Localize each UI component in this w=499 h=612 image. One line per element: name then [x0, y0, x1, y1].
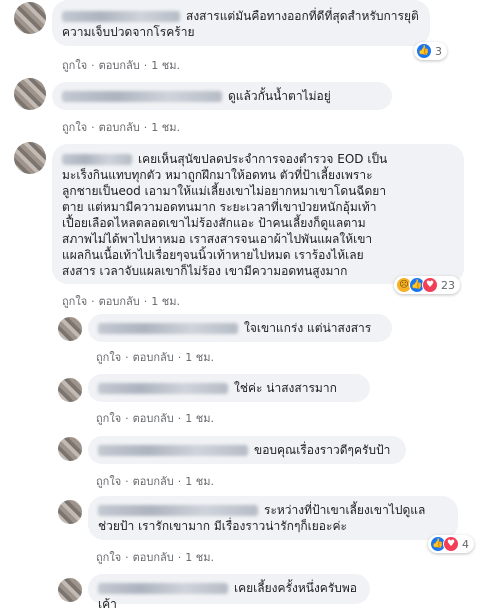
reply-bubble: ขอบคุณเรื่องราวดีๆครับป้า — [88, 436, 406, 464]
comment-bubble: ดูแล้วกั้นน้ำตาไม่อยู่ — [52, 82, 392, 110]
comment-text-line: ความเจ็บปวดจากโรคร้าย — [62, 25, 195, 39]
commenter-name[interactable] — [98, 445, 248, 456]
comment-text-line: ลูกชายเป็นeod เอามาให้แม่เลี้ยงเขาไม่อยา… — [62, 184, 387, 198]
comment-text-line: มะเร็งกินแทบทุกตัว หมาถูกฝึกมาให้อดทน ตั… — [62, 168, 373, 182]
timestamp[interactable]: 1 ชม. — [185, 475, 214, 488]
reply-bubble: เคยเลี้ยงครั้งหนึ่งครับพอเค้า — [88, 574, 370, 611]
reply-button[interactable]: ตอบกลับ — [133, 412, 174, 425]
comment-text-line: เคยเห็นสุนัขปลดประจำการจองตำรวจ EOD เป็น — [138, 152, 388, 166]
comment-text-line: ระหว่างที่ป้าเขาเลี้ยงเขาไปดูแล — [264, 503, 426, 517]
comment-actions: ถูกใจ · ตอบกลับ · 1 ชม. — [62, 121, 180, 134]
like-button[interactable]: ถูกใจ — [62, 121, 87, 134]
commenter-name[interactable] — [98, 383, 228, 394]
comment-text-line: ช่วยป้า เรารักเขามาก มีเรื่องราวน่ารักๆก… — [98, 519, 347, 533]
timestamp[interactable]: 1 ชม. — [185, 551, 214, 564]
reaction-count: 4 — [462, 537, 469, 551]
comment-actions: ถูกใจ · ตอบกลับ · 1 ชม. — [96, 475, 214, 488]
like-button[interactable]: ถูกใจ — [96, 551, 121, 564]
comment-text-line: สงสาร เวลาจับแผลเขาก็ไม่ร้อง เขามีความอด… — [62, 264, 348, 278]
commenter-name[interactable] — [62, 11, 180, 22]
like-button[interactable]: ถูกใจ — [96, 351, 121, 364]
timestamp[interactable]: 1 ชม. — [185, 351, 214, 364]
like-button[interactable]: ถูกใจ — [62, 295, 87, 308]
reply-button[interactable]: ตอบกลับ — [99, 295, 140, 308]
timestamp[interactable]: 1 ชม. — [151, 295, 180, 308]
comment-text-line: เปื้อยเลือดไหลตลอดเขาไม่ร้องสักแอะ ป้าคน… — [62, 216, 366, 230]
like-button[interactable]: ถูกใจ — [96, 475, 121, 488]
reply-bubble: ใจเขาแกร่ง แต่น่าสงสาร — [88, 314, 392, 342]
timestamp[interactable]: 1 ชม. — [151, 121, 180, 134]
reply-bubble: ระหว่างที่ป้าเขาเลี้ยงเขาไปดูแล ช่วยป้า … — [88, 496, 458, 540]
comment-bubble: เคยเห็นสุนัขปลดประจำการจองตำรวจ EOD เป็น… — [52, 144, 464, 284]
reply-button[interactable]: ตอบกลับ — [133, 551, 174, 564]
avatar[interactable] — [58, 437, 82, 461]
comment-actions: ถูกใจ · ตอบกลับ · 1 ชม. — [96, 351, 214, 364]
comment-text-line: ดูแล้วกั้นน้ำตาไม่อยู่ — [228, 89, 331, 103]
like-button[interactable]: ถูกใจ — [96, 412, 121, 425]
love-icon: ♥ — [443, 536, 459, 552]
reply-button[interactable]: ตอบกลับ — [133, 351, 174, 364]
comment-actions: ถูกใจ · ตอบกลับ · 1 ชม. — [62, 59, 180, 72]
comment-bubble: สงสารแต่มันคือทางออกที่ดีที่สุดสำหรับการ… — [52, 0, 430, 46]
comment-actions: ถูกใจ · ตอบกลับ · 1 ชม. — [96, 551, 214, 564]
comment-actions: ถูกใจ · ตอบกลับ · 1 ชม. — [96, 412, 214, 425]
avatar[interactable] — [58, 500, 82, 524]
commenter-name[interactable] — [98, 505, 258, 516]
reaction-summary[interactable]: 👍 3 — [414, 42, 447, 60]
comment-text-line: ขอบคุณเรื่องราวดีๆครับป้า — [254, 443, 391, 457]
reply-button[interactable]: ตอบกลับ — [133, 475, 174, 488]
reply-bubble: ใช่ค่ะ น่าสงสารมาก — [88, 374, 370, 402]
avatar[interactable] — [58, 578, 82, 602]
commenter-name[interactable] — [62, 91, 222, 102]
timestamp[interactable]: 1 ชม. — [185, 412, 214, 425]
avatar[interactable] — [14, 2, 46, 34]
avatar[interactable] — [58, 378, 82, 402]
commenter-name[interactable] — [98, 323, 238, 334]
comment-text-line: สงสารแต่มันคือทางออกที่ดีที่สุดสำหรับการ… — [186, 9, 419, 23]
avatar[interactable] — [58, 317, 82, 341]
comment-text-line: สภาพไม่ได้พาไปหาหมอ เราสงสารจนเอาผ้าไปพั… — [62, 232, 373, 246]
reaction-count: 23 — [441, 278, 455, 292]
timestamp[interactable]: 1 ชม. — [151, 59, 180, 72]
reaction-summary[interactable]: 👍 ♥ 4 — [428, 535, 474, 553]
avatar[interactable] — [14, 78, 46, 110]
comment-text-line: ใจเขาแกร่ง แต่น่าสงสาร — [244, 321, 372, 335]
comment-text-line: แผลกินเนื้อเท้าไปเรื่อยๆจนนิ้วเท้าหายไปห… — [62, 248, 364, 262]
comment-actions: ถูกใจ · ตอบกลับ · 1 ชม. — [62, 295, 180, 308]
avatar[interactable] — [14, 142, 46, 174]
comment-text-line: ตาย แต่หมามีความอดทนมาก ระยะเวลาที่เขาป่… — [62, 200, 377, 214]
commenter-name[interactable] — [62, 154, 132, 165]
like-icon: 👍 — [416, 43, 432, 59]
comment-text-line: ใช่ค่ะ น่าสงสารมาก — [234, 381, 337, 395]
love-icon: ♥ — [422, 277, 438, 293]
commenter-name[interactable] — [98, 583, 228, 594]
reply-button[interactable]: ตอบกลับ — [99, 59, 140, 72]
reaction-count: 3 — [435, 44, 442, 58]
reaction-summary[interactable]: ☹ 👍 ♥ 23 — [394, 276, 460, 294]
reply-button[interactable]: ตอบกลับ — [99, 121, 140, 134]
like-button[interactable]: ถูกใจ — [62, 59, 87, 72]
